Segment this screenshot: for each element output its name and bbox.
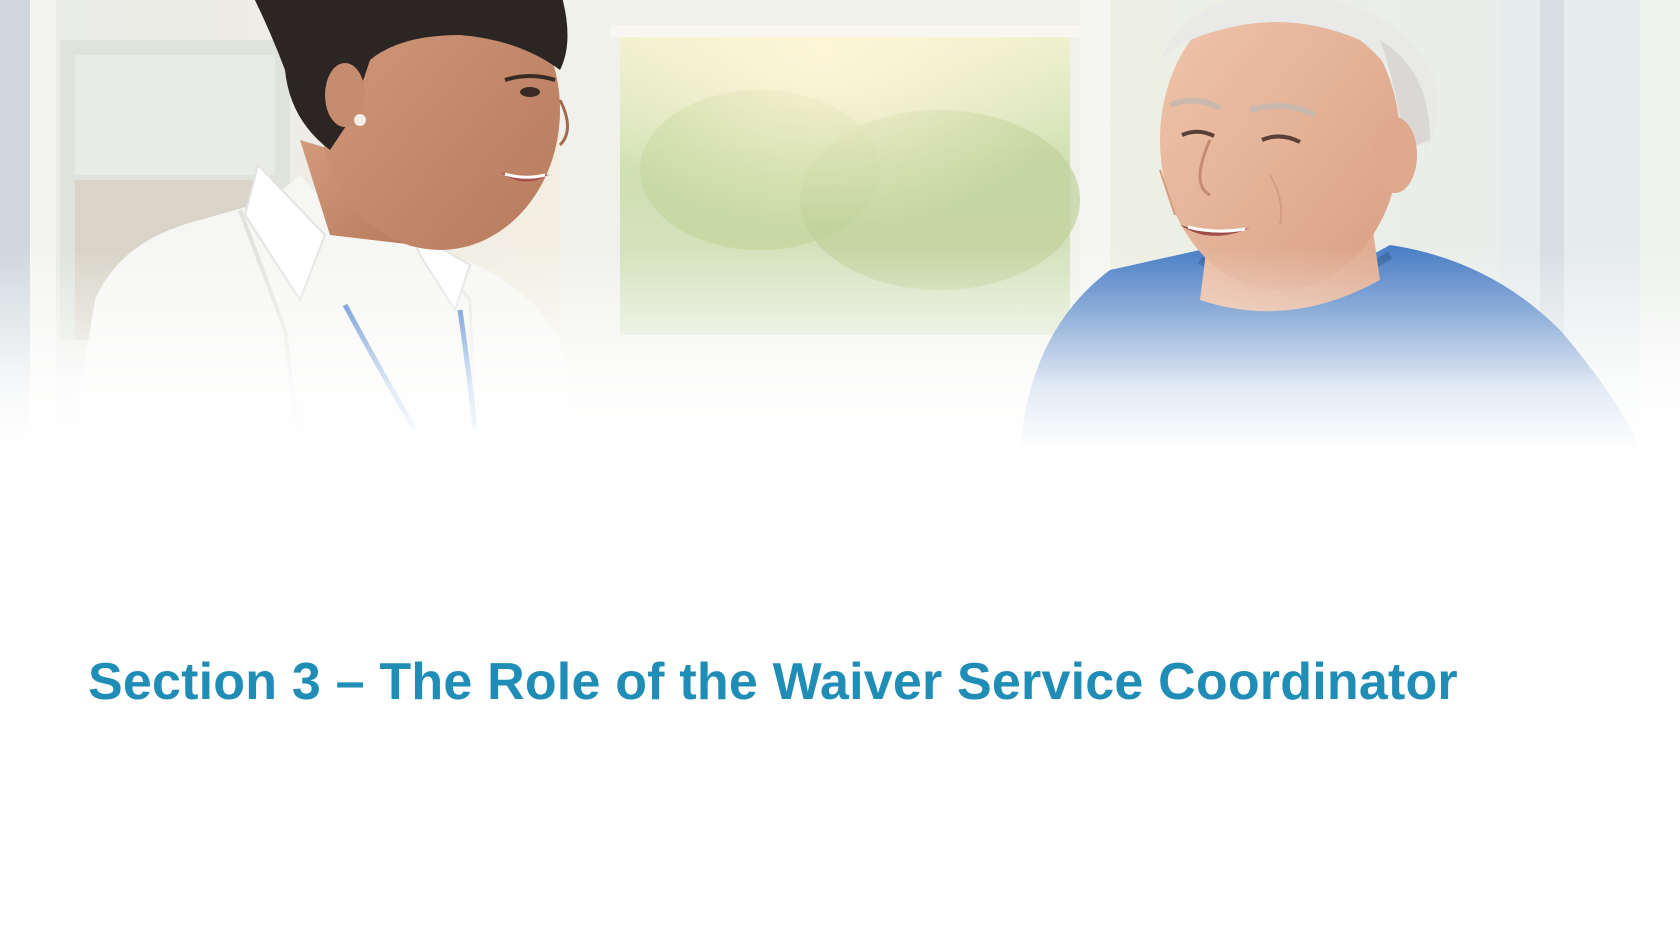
hero-photo <box>0 0 1680 450</box>
hero-photo-illustration <box>0 0 1680 450</box>
section-title: Section 3 – The Role of the Waiver Servi… <box>88 653 1458 711</box>
slide: Section 3 – The Role of the Waiver Servi… <box>0 0 1680 945</box>
